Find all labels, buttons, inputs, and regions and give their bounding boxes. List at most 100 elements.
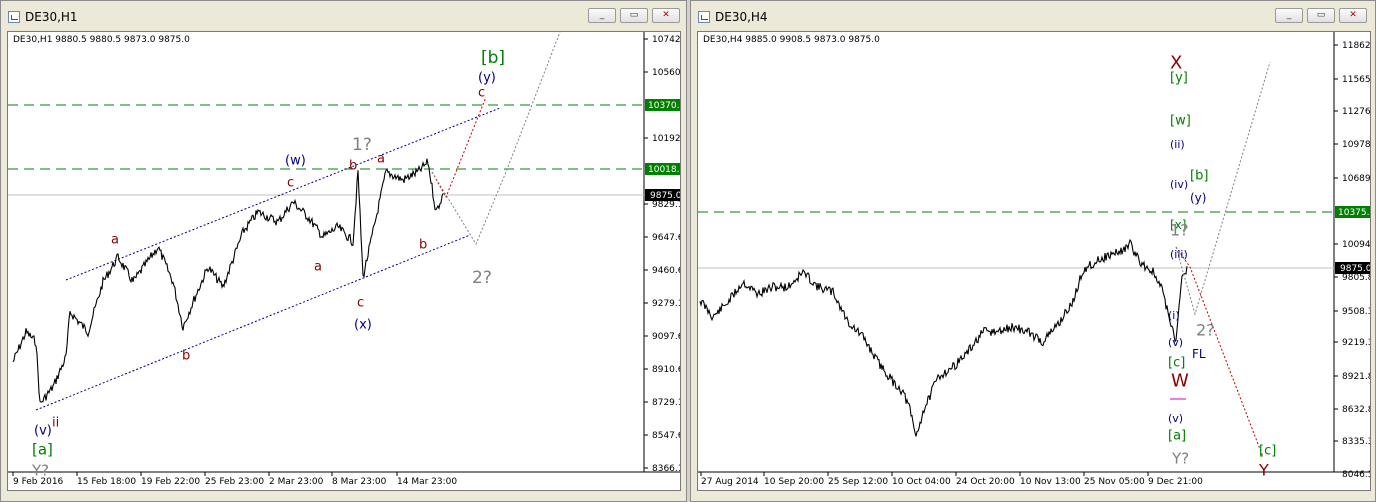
window-titlebar-right[interactable]: DE30,H4 _ ▭ ✕ bbox=[691, 1, 1375, 31]
close-button[interactable]: ✕ bbox=[652, 8, 680, 23]
y-tick-label: 10689.8 bbox=[1342, 174, 1371, 184]
x-tick-label: 10 Oct 04:00 bbox=[892, 477, 951, 487]
x-tick-label: 2 Mar 23:00 bbox=[269, 477, 324, 487]
wave-label: (v) bbox=[1168, 336, 1183, 349]
y-tick-label: 8366.1 bbox=[652, 464, 681, 474]
y-tick-label: 8921.8 bbox=[1342, 372, 1371, 382]
current-price-label: 9875.0 bbox=[1340, 264, 1371, 274]
y-tick-label: 9805.8 bbox=[1342, 273, 1371, 283]
y-tick-label: 8547.6 bbox=[652, 431, 681, 441]
wave-label: Y? bbox=[1171, 449, 1189, 467]
wave-label: [a] bbox=[1168, 429, 1186, 444]
y-tick-label: 10742.1 bbox=[652, 35, 681, 45]
wave-label: c bbox=[478, 86, 485, 101]
wave-label: [a] bbox=[32, 440, 53, 458]
wave-label: 1? bbox=[1170, 221, 1189, 240]
chart-window-left[interactable]: DE30,H1 _ ▭ ✕ DE30,H1 9880.5 9880.5 9873… bbox=[0, 0, 687, 502]
projection-gray-right bbox=[1175, 61, 1271, 316]
y-tick-label: 8335.3 bbox=[1342, 437, 1371, 447]
price-plot-right: 11862.8 11565.3 11276.3 10978.8 10689.8 10094… bbox=[698, 32, 1371, 487]
wave-label: (i) bbox=[1168, 309, 1180, 322]
y-tick-label: 9460.6 bbox=[652, 266, 681, 276]
wave-label: b bbox=[182, 349, 190, 364]
x-tick-label: 9 Dec 21:00 bbox=[1148, 477, 1203, 487]
level-price-label: 10370.1 bbox=[648, 101, 681, 111]
wave-label: a bbox=[314, 260, 322, 275]
x-tick-label: 25 Nov 05:00 bbox=[1084, 477, 1145, 487]
wave-label: W bbox=[1171, 370, 1189, 391]
x-tick-label: 25 Feb 23:00 bbox=[205, 477, 264, 487]
level-price-label: 10375.6 bbox=[1338, 208, 1371, 218]
y-tick-label: 9279.1 bbox=[652, 299, 681, 309]
x-tick-label: 24 Oct 20:00 bbox=[956, 477, 1015, 487]
projection-red-left bbox=[431, 96, 487, 199]
x-tick-label: 15 Feb 18:00 bbox=[77, 477, 136, 487]
y-tick-label: 8632.8 bbox=[1342, 405, 1371, 415]
projection-red-right bbox=[1175, 246, 1264, 458]
price-line-right bbox=[699, 238, 1188, 437]
wave-label: [w] bbox=[1170, 114, 1191, 129]
wave-label: (x) bbox=[354, 318, 372, 333]
x-tick-label: 14 Mar 23:00 bbox=[397, 477, 457, 487]
wave-label: [c] bbox=[1168, 356, 1185, 371]
channel-lower bbox=[35, 234, 471, 411]
window-titlebar-left[interactable]: DE30,H1 _ ▭ ✕ bbox=[1, 1, 686, 31]
y-tick-label: 10978.8 bbox=[1342, 140, 1371, 150]
y-tick-label: 10560.6 bbox=[652, 68, 681, 78]
y-tick-label: 8729.1 bbox=[652, 398, 681, 408]
price-chart-left[interactable]: DE30,H1 9880.5 9880.5 9873.0 9875.0 1074… bbox=[7, 31, 681, 491]
wave-label: ii bbox=[52, 416, 59, 431]
restore-button[interactable]: ▭ bbox=[620, 8, 648, 23]
window-title-right: DE30,H4 bbox=[715, 10, 768, 24]
wave-label: 1? bbox=[352, 135, 372, 155]
minimize-button[interactable]: _ bbox=[1275, 8, 1303, 23]
x-tick-label: 10 Sep 20:00 bbox=[764, 477, 824, 487]
y-tick-label: 10192.1 bbox=[652, 134, 681, 144]
y-tick-label: 11276.3 bbox=[1342, 107, 1371, 117]
wave-label: Y bbox=[1258, 461, 1269, 480]
y-tick-label: 9829.1 bbox=[652, 200, 681, 210]
wave-label: 2? bbox=[472, 268, 492, 288]
y-tick-label: 8910.6 bbox=[652, 365, 681, 375]
wave-label: (iii) bbox=[1170, 248, 1188, 261]
y-tick-label: 9647.6 bbox=[652, 233, 681, 243]
wave-label: (v) bbox=[1168, 412, 1183, 425]
wave-label: (w) bbox=[285, 154, 306, 169]
wave-label: c bbox=[357, 296, 364, 311]
level-price-label: 10018.1 bbox=[648, 165, 681, 175]
wave-label: (v) bbox=[34, 424, 52, 439]
wave-label: 2? bbox=[1196, 321, 1215, 340]
y-tick-label: 11862.8 bbox=[1342, 41, 1371, 51]
y-tick-label: 11565.3 bbox=[1342, 75, 1371, 85]
y-tick-label: 8046.3 bbox=[1342, 470, 1371, 480]
wave-label: [c] bbox=[1259, 444, 1276, 459]
restore-button[interactable]: ▭ bbox=[1307, 8, 1335, 23]
wave-label: (y) bbox=[1190, 191, 1206, 205]
minimize-button[interactable]: _ bbox=[588, 8, 616, 23]
wave-label: b bbox=[419, 238, 427, 253]
wave-label: FL bbox=[1192, 347, 1206, 361]
wave-label: a bbox=[111, 233, 119, 248]
x-tick-label: 27 Aug 2014 bbox=[701, 477, 759, 487]
chart-window-icon bbox=[8, 11, 20, 23]
wave-label: a bbox=[377, 152, 385, 167]
wave-label: b bbox=[349, 159, 357, 174]
wave-label: [b] bbox=[1190, 169, 1208, 184]
wave-label: (y) bbox=[478, 71, 496, 86]
channel-upper bbox=[65, 107, 501, 281]
x-tick-label: 19 Feb 22:00 bbox=[141, 477, 200, 487]
x-tick-label: 25 Sep 12:00 bbox=[828, 477, 888, 487]
y-tick-label: 10094.8 bbox=[1342, 240, 1371, 250]
x-tick-label: 8 Mar 23:00 bbox=[332, 477, 387, 487]
wave-label: (iv) bbox=[1170, 178, 1188, 191]
close-button[interactable]: ✕ bbox=[1339, 8, 1367, 23]
wave-label: [y] bbox=[1170, 71, 1188, 86]
wave-label: c bbox=[287, 176, 294, 191]
chart-window-icon bbox=[698, 11, 710, 23]
price-chart-right[interactable]: DE30,H4 9885.0 9908.5 9873.0 9875.0 1186… bbox=[697, 31, 1371, 491]
chart-window-right[interactable]: DE30,H4 _ ▭ ✕ DE30,H4 9885.0 9908.5 9873… bbox=[690, 0, 1376, 502]
wave-label: [b] bbox=[481, 48, 505, 68]
wave-label: Y? bbox=[31, 461, 49, 479]
window-title-left: DE30,H1 bbox=[25, 10, 78, 24]
y-tick-label: 9219.3 bbox=[1342, 338, 1371, 348]
